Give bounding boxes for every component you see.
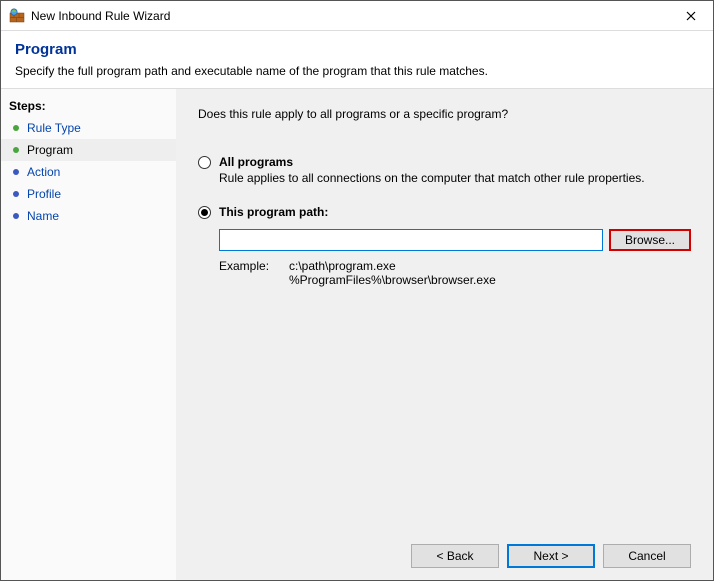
bullet-icon — [9, 209, 23, 223]
step-label: Name — [27, 209, 59, 223]
cancel-button-label: Cancel — [628, 549, 665, 563]
option-label: This program path: — [219, 205, 328, 219]
option-label: All programs — [219, 155, 293, 169]
wizard-body: Steps: Rule Type Program Action — [1, 89, 713, 580]
next-button-label: Next > — [533, 549, 568, 563]
step-label: Program — [27, 143, 73, 157]
titlebar: New Inbound Rule Wizard — [1, 1, 713, 31]
bullet-icon — [9, 165, 23, 179]
bullet-icon — [9, 143, 23, 157]
close-button[interactable] — [668, 1, 713, 31]
question-text: Does this rule apply to all programs or … — [198, 107, 691, 121]
cancel-button[interactable]: Cancel — [603, 544, 691, 568]
step-action[interactable]: Action — [1, 161, 176, 183]
page-title: Program — [15, 41, 699, 58]
steps-title: Steps: — [1, 97, 176, 117]
step-name[interactable]: Name — [1, 205, 176, 227]
option-all-programs[interactable]: All programs — [198, 155, 691, 169]
example-block: Example: c:\path\program.exe %ProgramFil… — [219, 259, 691, 287]
step-label: Profile — [27, 187, 61, 201]
bullet-icon — [9, 187, 23, 201]
program-path-row: Browse... — [219, 229, 691, 251]
content-panel: Does this rule apply to all programs or … — [176, 89, 713, 580]
option-all-description: Rule applies to all connections on the c… — [219, 171, 691, 185]
example-label: Example: — [219, 259, 289, 287]
wizard-window: New Inbound Rule Wizard Program Specify … — [0, 0, 714, 581]
wizard-footer: < Back Next > Cancel — [198, 532, 691, 568]
step-label: Action — [27, 165, 60, 179]
back-button[interactable]: < Back — [411, 544, 499, 568]
steps-sidebar: Steps: Rule Type Program Action — [1, 89, 176, 580]
wizard-header: Program Specify the full program path an… — [1, 31, 713, 89]
example-values: c:\path\program.exe %ProgramFiles%\brows… — [289, 259, 496, 287]
browse-button-label: Browse... — [625, 233, 675, 247]
step-profile[interactable]: Profile — [1, 183, 176, 205]
step-program[interactable]: Program — [1, 139, 176, 161]
radio-icon[interactable] — [198, 156, 211, 169]
browse-button[interactable]: Browse... — [609, 229, 691, 251]
program-path-input[interactable] — [219, 229, 603, 251]
firewall-icon — [9, 8, 25, 24]
back-button-label: < Back — [436, 549, 473, 563]
bullet-icon — [9, 121, 23, 135]
radio-icon[interactable] — [198, 206, 211, 219]
page-description: Specify the full program path and execut… — [15, 64, 699, 78]
step-label: Rule Type — [27, 121, 81, 135]
step-rule-type[interactable]: Rule Type — [1, 117, 176, 139]
next-button[interactable]: Next > — [507, 544, 595, 568]
option-this-program-path[interactable]: This program path: — [198, 205, 691, 219]
window-title: New Inbound Rule Wizard — [31, 9, 668, 23]
